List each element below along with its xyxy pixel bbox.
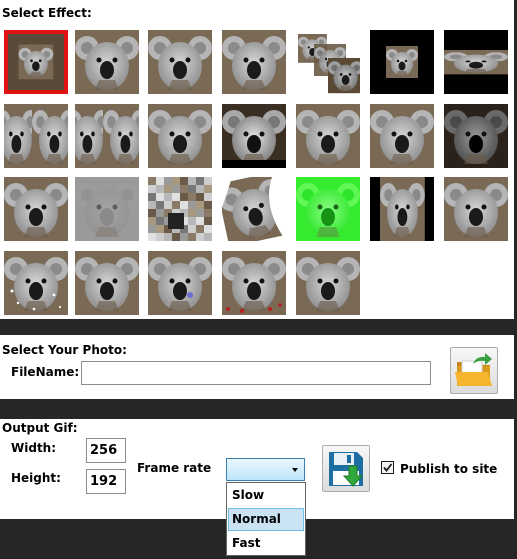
publish-label: Publish to site [400,462,498,476]
frame-rate-select[interactable] [226,458,305,481]
effect-thumbnail-page-curl[interactable] [222,177,286,241]
photo-section-title: Select Your Photo: [2,343,127,357]
effect-thumbnail-perspective-tunnel[interactable] [296,30,360,94]
effect-thumbnail-black-border[interactable] [370,177,434,241]
effect-thumbnail-tiled[interactable] [4,104,68,168]
width-input[interactable] [86,438,126,463]
effect-thumbnail-dark[interactable] [444,104,508,168]
effect-thumbnail-normal[interactable] [148,30,212,94]
frame-rate-dropdown: Slow Normal Fast [226,482,306,556]
width-label: Width: [11,441,57,455]
frame-rate-label: Frame rate [137,461,212,475]
filename-label: FileName: [11,365,80,379]
save-button[interactable] [322,445,370,492]
effect-thumbnail-green-tint[interactable] [296,177,360,241]
effect-thumbnail-normal[interactable] [296,104,360,168]
effect-thumbnail-normal[interactable] [222,30,286,94]
save-disk-icon [329,451,364,487]
frame-rate-option-fast[interactable]: Fast [228,532,304,555]
effect-thumbnail-normal[interactable] [75,251,139,315]
browse-button[interactable] [450,347,498,394]
checkmark-icon [383,463,393,472]
effect-thumbnail-zoom-out[interactable] [4,30,68,94]
effects-title: Select Effect: [2,6,92,20]
effect-thumbnail-normal[interactable] [148,104,212,168]
photo-panel: Select Your Photo: FileName: [0,335,514,399]
effect-thumbnail-shrink-center[interactable] [370,30,434,94]
effect-thumbnail-normal[interactable] [75,30,139,94]
effects-panel: Select Effect: [0,0,514,319]
effect-thumbnail-normal[interactable] [296,251,360,315]
effect-thumbnail-snow[interactable] [4,251,68,315]
effect-thumbnail-sparkle-red[interactable] [222,251,286,315]
effect-thumbnail-normal[interactable] [444,177,508,241]
effect-thumbnail-emboss[interactable] [75,177,139,241]
frame-rate-option-slow[interactable]: Slow [228,484,304,507]
effect-thumbnail-normal[interactable] [370,104,434,168]
filename-input[interactable] [81,361,431,385]
output-section-title: Output Gif: [2,421,78,435]
effect-thumbnail-pixelate[interactable] [148,177,212,241]
height-input[interactable] [86,469,126,494]
effect-thumbnail-normal[interactable] [4,177,68,241]
height-label: Height: [11,471,61,485]
effect-thumbnail-dark-edge[interactable] [222,104,286,168]
effect-thumbnail-horizontal-squash[interactable] [444,30,508,94]
effect-thumbnail-tiled[interactable] [75,104,139,168]
effect-thumbnail-sparkle-blue[interactable] [148,251,212,315]
publish-checkbox[interactable] [381,461,394,474]
chevron-down-icon [292,468,298,472]
frame-rate-option-normal[interactable]: Normal [228,508,304,531]
open-folder-icon [455,352,492,386]
